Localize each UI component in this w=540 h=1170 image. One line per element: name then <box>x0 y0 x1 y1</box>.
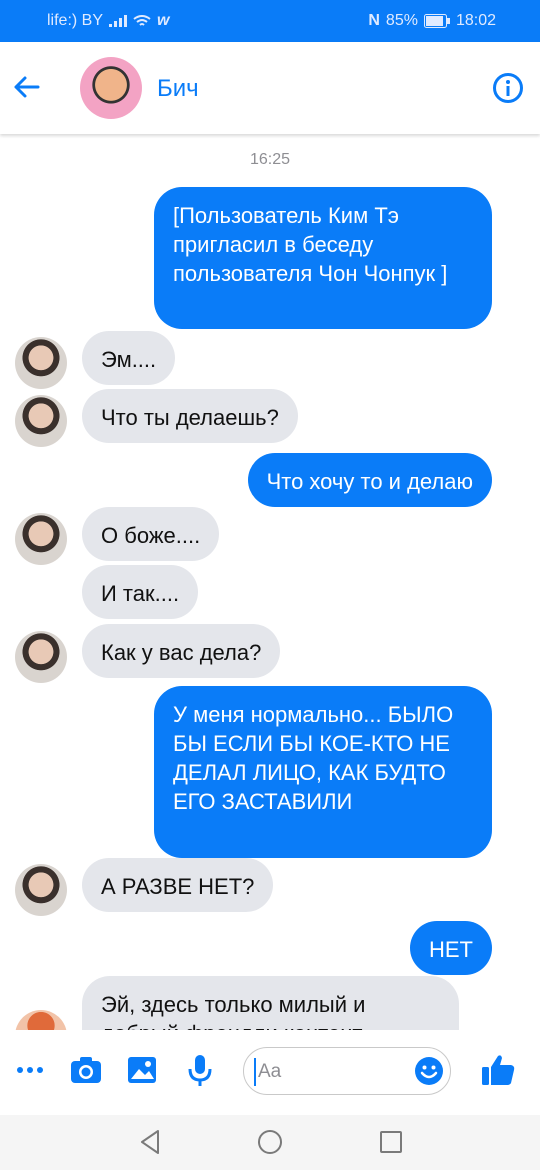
microphone-icon[interactable] <box>182 1052 218 1088</box>
sender-avatar[interactable] <box>15 864 67 916</box>
nav-recents-icon[interactable] <box>377 1128 405 1156</box>
text-caret <box>254 1058 256 1086</box>
composer-toolbar: Aa <box>0 1030 540 1115</box>
message-bubble-incoming[interactable]: А РАЗВЕ НЕТ? <box>82 858 274 912</box>
more-icon[interactable] <box>12 1052 48 1088</box>
like-icon[interactable] <box>480 1052 516 1088</box>
message-bubble-incoming[interactable]: Эм.... <box>82 331 176 385</box>
signal-icon <box>109 15 128 27</box>
message-bubble-outgoing[interactable]: У меня нормально... БЫЛО БЫ ЕСЛИ БЫ КОЕ-… <box>154 686 492 858</box>
back-arrow-icon[interactable] <box>10 70 44 104</box>
sender-avatar[interactable] <box>15 395 67 447</box>
system-nav-bar <box>0 1115 540 1170</box>
contact-avatar[interactable] <box>80 57 142 119</box>
message-bubble-outgoing[interactable]: НЕТ <box>410 921 492 975</box>
sender-avatar[interactable] <box>15 1010 67 1030</box>
nav-back-icon[interactable] <box>136 1128 164 1156</box>
message-bubble-incoming[interactable]: И так.... <box>82 565 199 619</box>
chat-header: Бич <box>0 42 540 134</box>
message-bubble-incoming[interactable]: Эй, здесь только милый и добрый френдли … <box>82 976 459 1030</box>
clock: 18:02 <box>455 12 496 29</box>
contact-name[interactable]: Бич <box>157 75 199 103</box>
nav-home-icon[interactable] <box>256 1128 284 1156</box>
message-bubble-incoming[interactable]: Как у вас дела? <box>82 624 281 678</box>
status-bar: life:) BY w N 85% 18:02 <box>0 0 540 42</box>
sender-avatar[interactable] <box>15 337 67 389</box>
message-bubble-incoming[interactable]: Что ты делаешь? <box>82 389 298 443</box>
info-icon[interactable] <box>492 72 524 104</box>
sender-avatar[interactable] <box>15 513 67 565</box>
timestamp: 16:25 <box>249 151 291 168</box>
battery-icon <box>423 14 450 28</box>
message-input[interactable]: Aa <box>243 1047 451 1095</box>
input-placeholder: Aa <box>258 1061 282 1082</box>
carrier-label: life:) BY <box>47 12 104 29</box>
wifi-icon <box>133 15 151 26</box>
message-list[interactable]: 16:25 [Пользователь Ким Тэ пригласил в б… <box>0 135 540 1030</box>
gallery-icon[interactable] <box>124 1052 160 1088</box>
camera-icon[interactable] <box>68 1052 104 1088</box>
message-bubble-incoming[interactable]: О боже.... <box>82 507 220 561</box>
battery-percent: 85% <box>385 12 418 29</box>
sender-avatar[interactable] <box>15 631 67 683</box>
emoji-icon[interactable] <box>414 1056 444 1086</box>
w-app-icon: w <box>157 12 170 29</box>
message-bubble-outgoing[interactable]: [Пользователь Ким Тэ пригласил в беседу … <box>154 187 492 329</box>
nfc-icon: N <box>368 12 380 29</box>
message-bubble-outgoing[interactable]: Что хочу то и делаю <box>247 453 492 507</box>
